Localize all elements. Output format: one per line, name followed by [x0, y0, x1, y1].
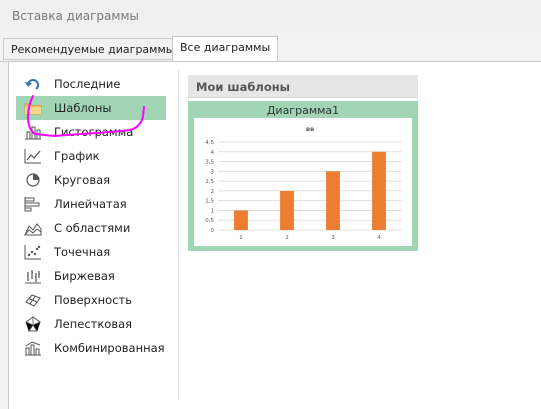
- tab-strip: Рекомендуемые диаграммы Все диаграммы: [0, 36, 541, 63]
- surface-chart-icon: [24, 292, 42, 308]
- dialog-title-bar: Вставка диаграммы: [0, 0, 541, 32]
- stock-chart-icon: [24, 268, 42, 284]
- sidebar-item-label: Линейчатая: [54, 197, 127, 211]
- bar: [280, 190, 294, 230]
- sidebar-item-pie[interactable]: Круговая: [16, 168, 166, 192]
- bar: [326, 171, 340, 230]
- sidebar-item-label: Лепестковая: [54, 317, 133, 331]
- dialog-title: Вставка диаграммы: [12, 9, 139, 23]
- x-tick-label: 1: [239, 235, 243, 241]
- y-tick-label: 1,5: [205, 199, 214, 205]
- y-tick-label: 4: [211, 150, 215, 156]
- x-tick-label: 3: [331, 235, 335, 241]
- sidebar-item-scatter[interactable]: Точечная: [16, 240, 166, 264]
- sidebar-item-radar[interactable]: Лепестковая: [16, 312, 166, 336]
- tab-all-charts[interactable]: Все диаграммы: [172, 36, 279, 63]
- template-name: Диаграмма1: [266, 104, 340, 117]
- sidebar-item-templates[interactable]: Шаблоны: [16, 96, 166, 120]
- y-tick-label: 0: [211, 228, 215, 234]
- tab-recommended-charts[interactable]: Рекомендуемые диаграммы: [3, 38, 183, 60]
- sidebar-item-label: Последние: [54, 77, 121, 91]
- y-tick-label: 3: [211, 169, 215, 175]
- column-chart-icon: [24, 124, 42, 140]
- chart-svg: вв 0 0,5 1 1,5 2 2,5 3 3,5 4 4,5 1 2 3 4: [205, 125, 402, 241]
- area-chart-icon: [24, 220, 42, 236]
- y-tick-label: 1: [211, 208, 215, 214]
- folder-icon: [24, 100, 42, 116]
- x-tick-label: 2: [285, 235, 289, 241]
- sidebar-item-label: Гистограмма: [54, 125, 134, 139]
- sidebar-item-label: Комбинированная: [54, 341, 165, 355]
- sidebar-item-stock[interactable]: Биржевая: [16, 264, 166, 288]
- sidebar-item-label: Биржевая: [54, 269, 115, 283]
- sidebar-item-bar[interactable]: Линейчатая: [16, 192, 166, 216]
- sidebar-item-combo[interactable]: Комбинированная: [16, 336, 166, 360]
- section-title: Мои шаблоны: [196, 80, 291, 94]
- sidebar-item-label: Поверхность: [54, 293, 132, 307]
- sidebar-item-surface[interactable]: Поверхность: [16, 288, 166, 312]
- bar-chart-icon: [24, 196, 42, 212]
- template-card[interactable]: Диаграмма1 вв 0 0,5 1 1,5 2 2,5 3 3,5 4 4,5 1 2 3 4: [188, 101, 418, 251]
- section-header: Мои шаблоны: [188, 75, 418, 98]
- pie-chart-icon: [24, 172, 42, 188]
- y-tick-label: 2,5: [205, 179, 214, 185]
- sidebar-item-recent[interactable]: Последние: [16, 72, 166, 96]
- y-tick-label: 3,5: [205, 160, 214, 166]
- chart-title: вв: [306, 125, 314, 133]
- bar: [234, 210, 248, 230]
- radar-chart-icon: [24, 316, 42, 332]
- x-tick-label: 4: [377, 235, 381, 241]
- sidebar-item-line[interactable]: График: [16, 144, 166, 168]
- chart-type-list: Последние Шаблоны Гистограмма График Кру…: [16, 72, 166, 360]
- template-chart-preview: вв 0 0,5 1 1,5 2 2,5 3 3,5 4 4,5 1 2 3 4: [194, 118, 412, 246]
- y-tick-label: 0,5: [205, 218, 214, 224]
- bar: [372, 151, 386, 230]
- templates-area: Мои шаблоны Диаграмма1 вв 0 0,5 1 1,5 2 2,5 3 3,…: [178, 70, 534, 400]
- sidebar-item-label: График: [54, 149, 100, 163]
- undo-arrow-icon: [24, 76, 42, 92]
- sidebar-item-label: Круговая: [54, 173, 111, 187]
- sidebar-item-label: Шаблоны: [54, 101, 112, 115]
- sidebar-item-column[interactable]: Гистограмма: [16, 120, 166, 144]
- scatter-chart-icon: [24, 244, 42, 260]
- y-tick-label: 2: [211, 189, 215, 195]
- sidebar-item-label: С областями: [54, 221, 131, 235]
- y-tick-label: 4,5: [205, 140, 214, 146]
- sidebar-item-label: Точечная: [54, 245, 111, 259]
- combo-chart-icon: [24, 340, 42, 356]
- line-chart-icon: [24, 148, 42, 164]
- sidebar-item-area[interactable]: С областями: [16, 216, 166, 240]
